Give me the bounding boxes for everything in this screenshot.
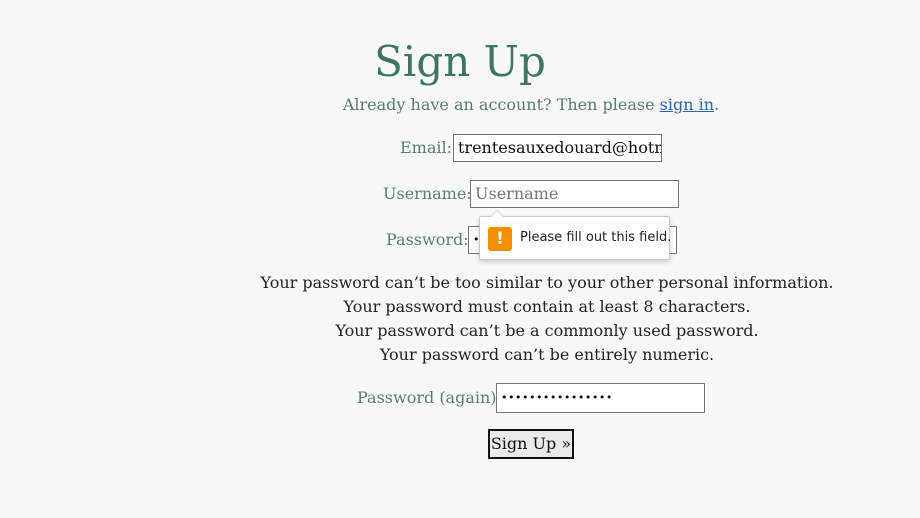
username-placeholder: Username	[475, 184, 559, 203]
signin-prompt-end: .	[714, 95, 720, 114]
validation-tooltip: ! Please fill out this field.	[479, 210, 672, 260]
sign-up-button[interactable]: Sign Up »	[488, 429, 574, 459]
signup-page: Sign Up Already have an account? Then pl…	[0, 0, 920, 518]
signin-prompt: Already have an account? Then please sig…	[0, 95, 920, 115]
email-input[interactable]: trentesauxedouard@hotm	[453, 134, 662, 162]
password-help-item: Your password can’t be too similar to yo…	[260, 273, 834, 292]
page-title: Sign Up	[374, 37, 546, 86]
password-help-item: Your password must contain at least 8 ch…	[343, 297, 751, 316]
sign-in-link[interactable]: sign in	[660, 95, 714, 114]
password-again-label: Password (again):	[357, 388, 502, 407]
warning-icon: !	[488, 227, 512, 251]
username-input[interactable]: Username	[470, 180, 679, 208]
password-help: Your password can’t be too similar to yo…	[0, 271, 920, 367]
password-help-item: Your password can’t be a commonly used p…	[335, 321, 759, 340]
password-help-item: Your password can’t be entirely numeric.	[379, 345, 715, 364]
password-label: Password:	[386, 230, 469, 249]
password-again-input[interactable]: ••••••••••••••••	[496, 383, 705, 413]
validation-message: Please fill out this field.	[520, 230, 672, 245]
email-label: Email:	[400, 138, 453, 157]
signin-prompt-text: Already have an account? Then please	[342, 95, 660, 114]
username-label: Username:	[383, 184, 472, 203]
